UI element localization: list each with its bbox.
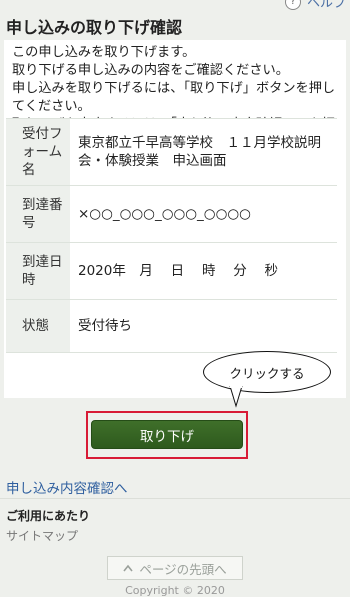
- page-top-label: ページの先頭へ: [139, 561, 227, 577]
- row-label-status: 状態: [6, 299, 70, 353]
- table-row: 状態 受付待ち: [6, 299, 337, 353]
- row-value-status: 受付待ち: [70, 299, 337, 353]
- table-row: 到達番号 ×○○_○○○_○○○_○○○○: [6, 185, 337, 243]
- help-icon: ?: [284, 0, 301, 10]
- divider: [0, 498, 350, 499]
- row-label-arrival-datetime: 到達日時: [6, 242, 70, 300]
- help-label: ヘルプ: [306, 0, 346, 11]
- row-value-form-name: 東京都立千早高等学校 １１月学校説明会・体験授業 申込画面: [70, 118, 337, 186]
- page-top-button[interactable]: ページの先頭へ: [107, 556, 243, 580]
- details-table: 受付フォーム名 東京都立千早高等学校 １１月学校説明会・体験授業 申込画面 到達…: [6, 118, 337, 353]
- sitemap-link[interactable]: サイトマップ: [6, 527, 78, 544]
- table-row: 到達日時 2020年 月 日 時 分 秒: [6, 242, 337, 300]
- callout-tail: [229, 386, 243, 408]
- help-link[interactable]: ? ヘルプ: [284, 0, 346, 11]
- row-value-arrival-datetime: 2020年 月 日 時 分 秒: [70, 242, 337, 300]
- page-title: 申し込みの取り下げ確認: [6, 18, 183, 37]
- back-to-confirmation-link[interactable]: 申し込み内容確認へ: [6, 477, 128, 497]
- row-value-arrival-number: ×○○_○○○_○○○_○○○○: [70, 185, 337, 243]
- withdraw-button[interactable]: 取り下げ: [91, 420, 243, 449]
- row-label-arrival-number: 到達番号: [6, 185, 70, 243]
- chevron-up-icon: [123, 564, 133, 572]
- usage-guide-heading: ご利用にあたり: [6, 509, 91, 523]
- click-callout: クリックする: [203, 351, 331, 393]
- table-row: 受付フォーム名 東京都立千早高等学校 １１月学校説明会・体験授業 申込画面: [6, 118, 337, 186]
- row-label-form-name: 受付フォーム名: [6, 118, 70, 186]
